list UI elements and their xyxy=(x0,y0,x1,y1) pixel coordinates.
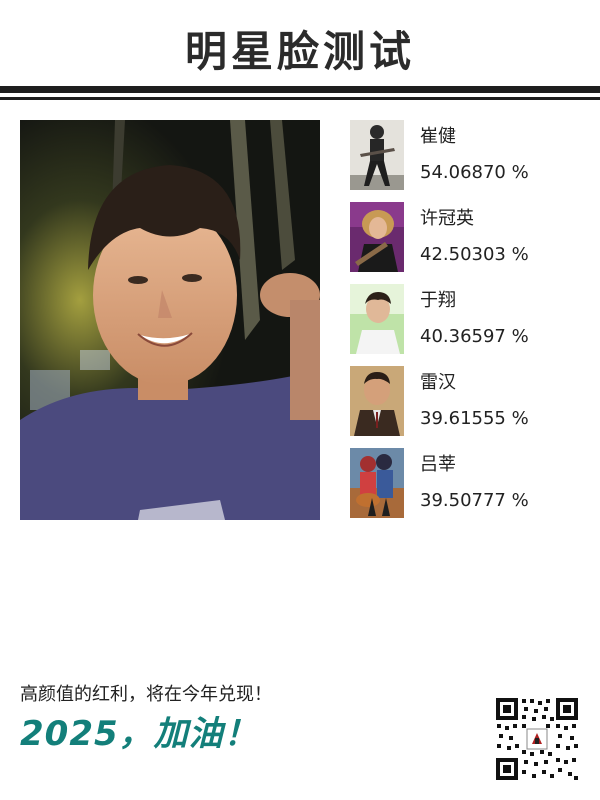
list-item: 雷汉 39.61555 % xyxy=(350,366,590,448)
young-man-portrait-thumbnail xyxy=(350,284,404,354)
footer-slogan: 2025，加油！ xyxy=(20,714,259,754)
footer-message: 高颜值的红利，将在今年兑现！ xyxy=(20,684,272,705)
list-item: 崔健 54.06870 % xyxy=(350,120,590,202)
header-divider-thin xyxy=(0,97,600,100)
match-score: 39.50777 % xyxy=(420,490,529,511)
header-divider-thick xyxy=(0,86,600,93)
match-score: 40.36597 % xyxy=(420,326,529,347)
match-score: 42.50303 % xyxy=(420,244,529,265)
match-name: 雷汉 xyxy=(420,372,456,393)
couple-with-guitar-thumbnail xyxy=(350,448,404,518)
qr-code-icon[interactable] xyxy=(494,696,580,782)
actor-with-guitar-thumbnail xyxy=(350,202,404,272)
man-in-suit-thumbnail xyxy=(350,366,404,436)
match-results-list: 崔健 54.06870 % 许冠英 42.50303 % 于翔 40.36597… xyxy=(350,120,590,530)
match-score: 54.06870 % xyxy=(420,162,529,183)
match-name: 许冠英 xyxy=(420,208,474,229)
page-title: 明星脸测试 xyxy=(184,27,415,76)
match-name: 崔健 xyxy=(420,126,456,147)
list-item: 于翔 40.36597 % xyxy=(350,284,590,366)
user-photo xyxy=(20,120,320,520)
match-name: 于翔 xyxy=(420,290,456,311)
singer-with-guitar-thumbnail xyxy=(350,120,404,190)
match-name: 吕莘 xyxy=(420,454,456,475)
list-item: 吕莘 39.50777 % xyxy=(350,448,590,530)
match-score: 39.61555 % xyxy=(420,408,529,429)
list-item: 许冠英 42.50303 % xyxy=(350,202,590,284)
